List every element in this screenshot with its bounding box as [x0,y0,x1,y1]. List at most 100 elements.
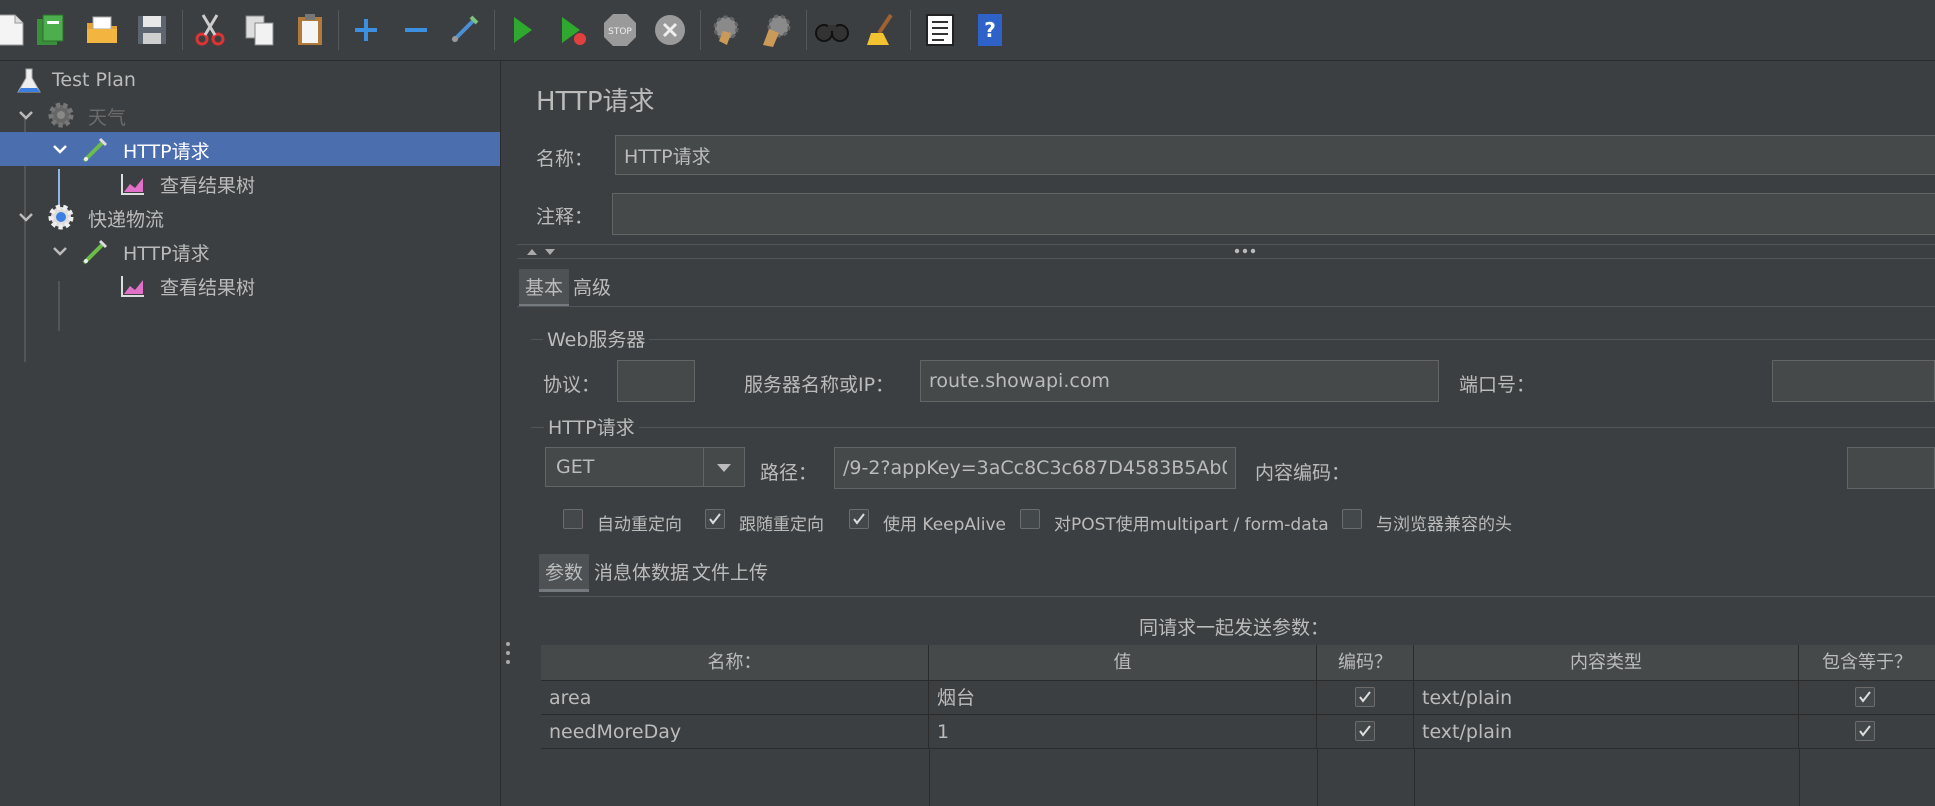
server-name-field[interactable] [920,360,1439,402]
table-cell-include-equals[interactable] [1799,715,1935,749]
encode-checkbox[interactable] [1355,687,1375,707]
tree-item-label: HTTP请求 [123,243,210,265]
tree-item-view-results-tree[interactable]: 查看结果树 [0,166,500,200]
encode-checkbox[interactable] [1355,721,1375,741]
column-line [1317,749,1318,806]
table-cell-include-equals[interactable] [1799,681,1935,715]
svg-text:?: ? [984,18,996,42]
table-cell-content-type[interactable]: text/plain [1414,715,1799,749]
auto-redirect-label: 自动重定向 [597,515,682,535]
tree-item-http-request-selected[interactable]: HTTP请求 [0,132,500,166]
cut-icon[interactable] [190,8,230,52]
tree-item-view-results-tree[interactable]: 查看结果树 [0,268,500,302]
open-icon[interactable] [82,8,122,52]
multipart-checkbox[interactable] [1020,509,1040,529]
table-cell-name[interactable]: needMoreDay [541,715,929,749]
table-cell-encode[interactable] [1317,681,1414,715]
help-icon[interactable]: ? [970,8,1010,52]
table-cell-content-type[interactable]: text/plain [1414,681,1799,715]
templates-icon[interactable] [30,8,70,52]
expand-icon[interactable] [346,8,386,52]
toolbar-separator [806,10,807,50]
start-no-pauses-icon[interactable] [552,8,592,52]
table-cell-encode[interactable] [1317,715,1414,749]
sampler-icon [82,239,108,265]
shutdown-icon[interactable] [650,8,690,52]
divider [517,258,1935,259]
path-field[interactable] [834,447,1236,489]
tab-body-data[interactable]: 消息体数据 [588,554,695,589]
column-header-content-type[interactable]: 内容类型 [1414,645,1799,681]
column-header-encode[interactable]: 编码？ [1317,645,1414,681]
column-header-name[interactable]: 名称： [541,645,929,681]
splitter-handle[interactable] [505,640,511,666]
new-file-icon[interactable] [0,8,30,52]
column-header-include-equals[interactable]: 包含等于？ [1799,645,1935,681]
paste-icon[interactable] [290,8,330,52]
method-select[interactable]: GET [545,447,745,487]
table-cell-value[interactable]: 烟台 [929,681,1317,715]
toolbar: STOP ? [0,0,1935,61]
svg-text:STOP: STOP [608,27,632,37]
copy-icon[interactable] [240,8,280,52]
include-equals-checkbox[interactable] [1855,687,1875,707]
tab-parameters[interactable]: 参数 [539,554,590,592]
column-header-value[interactable]: 值 [929,645,1317,681]
port-label: 端口号： [1459,374,1536,396]
thread-group-icon [48,204,74,230]
chevron-down-icon[interactable] [703,448,744,486]
tree-item-label: HTTP请求 [123,141,210,163]
follow-redirect-label: 跟随重定向 [739,515,824,535]
follow-redirect-checkbox[interactable] [705,509,725,529]
name-field[interactable] [615,135,1935,175]
tab-advanced[interactable]: 高级 [567,269,617,304]
tab-basic[interactable]: 基本 [519,269,570,307]
keepalive-checkbox[interactable] [849,509,869,529]
table-cell-value[interactable]: 1 [929,715,1317,749]
page-title: HTTP请求 [536,87,655,117]
collapse-arrows-icon[interactable] [525,247,559,257]
clear-icon[interactable] [706,8,746,52]
toggle-icon[interactable] [444,8,484,52]
parameters-table: 名称： 值 编码？ 内容类型 包含等于？ area 烟台 text/plain … [541,645,1935,806]
tab-files-upload[interactable]: 文件上传 [686,554,774,589]
test-plan-tree: Test Plan 天气 HTTP请求 查看结果树 快递物流 HTTP请求 查看… [0,61,501,806]
thread-group-icon [48,102,74,128]
server-label: 服务器名称或IP： [744,374,895,396]
start-icon[interactable] [502,8,542,52]
reset-search-icon[interactable] [862,8,902,52]
group-border [531,339,1935,340]
chevron-down-icon[interactable] [16,207,36,227]
web-server-group-title: Web服务器 [543,325,650,352]
tree-item-test-plan[interactable]: Test Plan [0,64,500,98]
save-icon[interactable] [132,8,172,52]
table-cell-name[interactable]: area [541,681,929,715]
browser-compatible-headers-checkbox[interactable] [1342,509,1362,529]
chevron-down-icon[interactable] [16,105,36,125]
search-icon[interactable] [812,8,852,52]
protocol-field[interactable] [617,360,695,402]
clear-all-icon[interactable] [756,8,796,52]
port-field[interactable] [1772,360,1935,402]
tree-item-thread-group-weather[interactable]: 天气 [0,98,500,132]
chevron-down-icon[interactable] [50,139,70,159]
collapse-icon[interactable] [396,8,436,52]
auto-redirect-checkbox[interactable] [563,509,583,529]
tree-item-label: 查看结果树 [160,277,256,299]
tree-item-http-request[interactable]: HTTP请求 [0,234,500,268]
name-label: 名称： [536,148,594,170]
function-helper-icon[interactable] [920,8,960,52]
toolbar-separator [338,10,339,50]
drag-handle-icon[interactable] [1233,247,1257,255]
protocol-label: 协议： [543,374,601,396]
toolbar-separator [182,10,183,50]
content-encoding-field[interactable] [1847,447,1935,489]
stop-icon[interactable]: STOP [600,8,640,52]
comment-label: 注释： [536,206,594,228]
tree-item-thread-group-express[interactable]: 快递物流 [0,200,500,234]
chevron-down-icon[interactable] [50,241,70,261]
comment-field[interactable] [612,193,1935,235]
include-equals-checkbox[interactable] [1855,721,1875,741]
tree-item-label: 查看结果树 [160,175,256,197]
tree-item-label: 天气 [88,107,127,129]
